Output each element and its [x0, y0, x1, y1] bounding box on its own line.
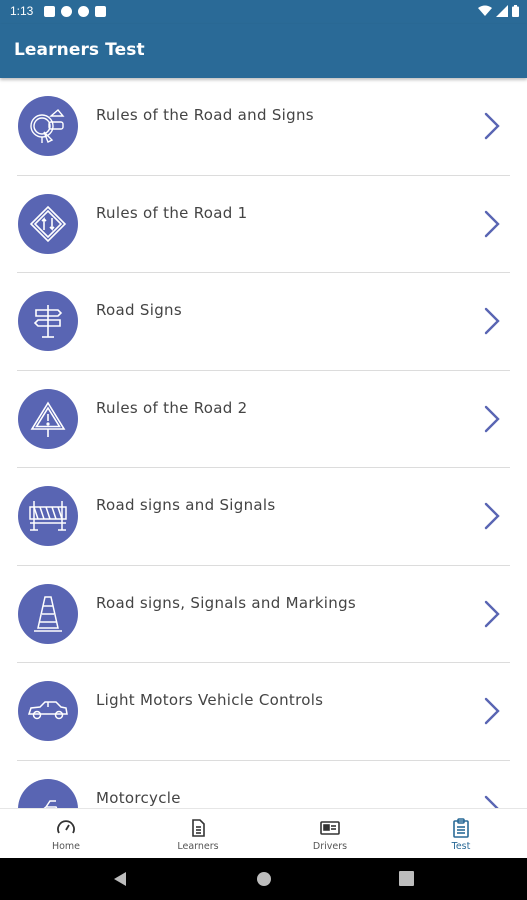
road-barrier-icon: [18, 486, 78, 546]
list-item-label: Road signs and Signals: [96, 496, 276, 514]
wifi-icon: [478, 5, 492, 16]
home-icon[interactable]: [256, 871, 272, 887]
battery-icon: [512, 5, 519, 17]
list-item-label: Rules of the Road and Signs: [96, 106, 314, 124]
notification-icon: [78, 6, 89, 17]
bottom-navigation: Home Learners Drivers Test: [0, 808, 527, 858]
app-bar: Learners Test: [0, 24, 527, 78]
recents-icon[interactable]: [399, 871, 414, 886]
back-icon[interactable]: [113, 871, 127, 887]
chevron-right-icon: [484, 405, 500, 432]
chevron-right-icon: [484, 600, 500, 627]
system-navigation-bar: [0, 858, 527, 900]
car-icon: [18, 681, 78, 741]
nav-item-learners[interactable]: Learners: [132, 809, 264, 859]
list-item[interactable]: Road signs and Signals: [0, 468, 527, 566]
nav-item-test[interactable]: Test: [395, 809, 527, 859]
id-card-icon: [320, 821, 340, 835]
list-item-label: Motorcycle: [96, 788, 181, 807]
chevron-right-icon: [484, 307, 500, 335]
motorcycle-icon: [18, 778, 78, 808]
list-item-label: Light Motors Vehicle Controls: [96, 691, 324, 709]
notification-icon: [61, 6, 72, 17]
chevron-right-icon: [484, 697, 500, 725]
list-item-label: Rules of the Road 1: [96, 203, 248, 222]
signal-icon: [496, 5, 508, 17]
chevron-right-icon: [484, 795, 500, 808]
list-item[interactable]: Road Signs: [0, 273, 527, 371]
chevron-right-icon: [484, 112, 500, 140]
diamond-road-sign-icon: [18, 193, 78, 254]
status-time: 1:13: [10, 4, 34, 18]
sim-icon: [95, 6, 106, 17]
notification-icon: [44, 6, 55, 17]
status-system-icons: [478, 5, 519, 17]
clipboard-icon: [453, 818, 469, 838]
list-item-label: Road Signs: [96, 301, 182, 319]
list-item[interactable]: Rules of the Road 2: [0, 371, 527, 468]
nav-label: Test: [451, 841, 471, 852]
nav-label: Drivers: [312, 841, 348, 852]
list-item[interactable]: Light Motors Vehicle Controls: [0, 663, 527, 761]
list-item[interactable]: Motorcycle: [0, 761, 527, 808]
nav-item-home[interactable]: Home: [0, 809, 132, 859]
status-notification-icons: [44, 6, 106, 17]
list-item-label: Rules of the Road 2: [96, 398, 248, 417]
list-item[interactable]: Road signs, Signals and Markings: [0, 566, 527, 663]
traffic-cone-icon: [18, 583, 78, 644]
list-item[interactable]: Rules of the Road and Signs: [0, 78, 527, 176]
list-item[interactable]: Rules of the Road 1: [0, 176, 527, 273]
chevron-right-icon: [484, 502, 500, 530]
category-list[interactable]: Rules of the Road and Signs Rules of the…: [0, 78, 527, 808]
nav-label: Home: [51, 841, 81, 852]
document-icon: [192, 819, 205, 837]
speedometer-icon: [57, 820, 75, 834]
nav-label: Learners: [177, 841, 219, 852]
status-bar: 1:13: [0, 0, 527, 24]
list-item-label: Road signs, Signals and Markings: [96, 593, 357, 612]
page-title: Learners Test: [14, 40, 145, 60]
traffic-signs-icon: [18, 96, 78, 156]
warning-triangle-icon: [18, 388, 78, 449]
chevron-right-icon: [484, 210, 500, 237]
signpost-icon: [18, 291, 78, 351]
nav-item-drivers[interactable]: Drivers: [264, 809, 396, 859]
